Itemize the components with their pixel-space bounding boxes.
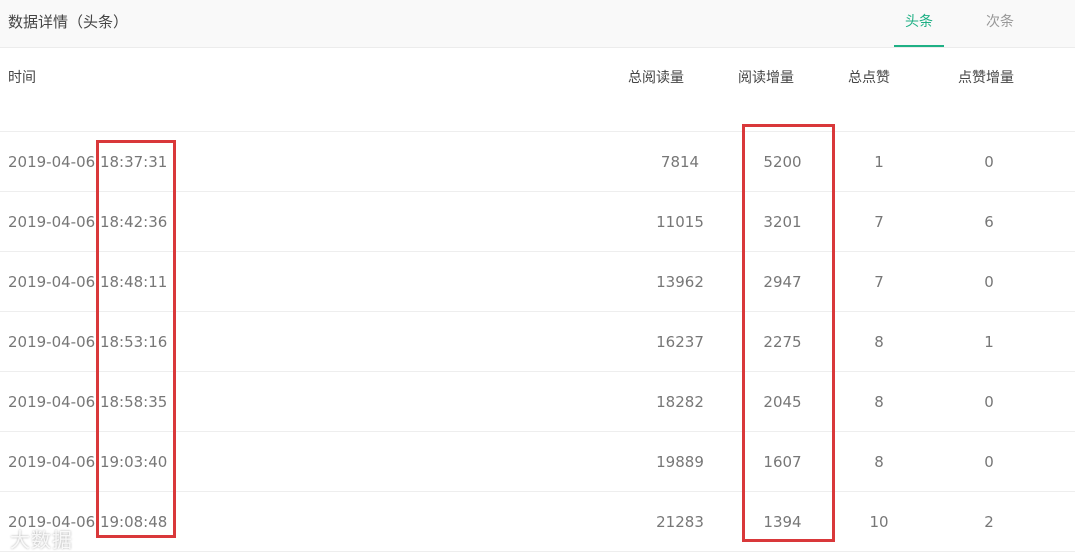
cell-total-reads: 7814 [660, 153, 700, 171]
cell-like-increase: 6 [984, 213, 994, 231]
cell-total-reads: 18282 [656, 393, 704, 411]
column-header-read-increase[interactable]: 阅读增量 [738, 68, 794, 88]
cell-total-likes: 8 [874, 453, 884, 471]
cell-read-increase: 3201 [763, 213, 802, 231]
cell-time: 2019-04-06 18:53:16 [8, 333, 168, 351]
table-row: 2019-04-06 18:48:11 13962 2947 7 0 [0, 252, 1075, 312]
cell-read-increase: 2045 [763, 393, 802, 411]
cell-total-likes: 8 [874, 393, 884, 411]
table-row: 2019-04-06 18:53:16 16237 2275 8 1 [0, 312, 1075, 372]
cell-time: 2019-04-06 18:37:31 [8, 153, 168, 171]
cell-total-reads: 11015 [656, 213, 704, 231]
table-row: 2019-04-06 18:42:36 11015 3201 7 6 [0, 192, 1075, 252]
cell-read-increase: 2275 [763, 333, 802, 351]
top-bar: 数据详情（头条） 头条 次条 [0, 0, 1075, 48]
cell-read-increase: 2947 [763, 273, 802, 291]
column-header-total-reads[interactable]: 总阅读量 [628, 68, 684, 88]
cell-like-increase: 1 [984, 333, 994, 351]
cell-read-increase: 5200 [763, 153, 802, 171]
tab-headline[interactable]: 头条 [894, 12, 944, 47]
cell-total-reads: 13962 [656, 273, 704, 291]
column-header-time[interactable]: 时间 [8, 68, 36, 88]
cell-total-likes: 8 [874, 333, 884, 351]
cell-read-increase: 1607 [763, 453, 802, 471]
table-header: 时间 总阅读量 阅读增量 总点赞 点赞增量 [0, 48, 1075, 132]
data-detail-page: 数据详情（头条） 头条 次条 时间 总阅读量 阅读增量 总点赞 点赞增量 201… [0, 0, 1075, 553]
cell-total-reads: 16237 [656, 333, 704, 351]
cell-like-increase: 0 [984, 453, 994, 471]
cell-total-likes: 10 [869, 513, 889, 531]
table-row: 2019-04-06 19:08:48 21283 1394 10 2 [0, 492, 1075, 552]
cell-time: 2019-04-06 19:03:40 [8, 453, 168, 471]
table-row: 2019-04-06 18:37:31 7814 5200 1 0 [0, 132, 1075, 192]
cell-like-increase: 0 [984, 393, 994, 411]
cell-total-likes: 7 [874, 213, 884, 231]
cell-total-reads: 19889 [656, 453, 704, 471]
tab-secondary[interactable]: 次条 [975, 12, 1025, 32]
cell-like-increase: 0 [984, 273, 994, 291]
table-row: 2019-04-06 19:03:40 19889 1607 8 0 [0, 432, 1075, 492]
cell-time: 2019-04-06 18:48:11 [8, 273, 168, 291]
table-row: 2019-04-06 18:58:35 18282 2045 8 0 [0, 372, 1075, 432]
cell-total-likes: 7 [874, 273, 884, 291]
cell-like-increase: 2 [984, 513, 994, 531]
watermark: 大数据 [10, 528, 73, 552]
column-header-like-increase[interactable]: 点赞增量 [958, 68, 1014, 88]
page-title: 数据详情（头条） [8, 13, 129, 31]
cell-time: 2019-04-06 18:58:35 [8, 393, 168, 411]
cell-time: 2019-04-06 18:42:36 [8, 213, 168, 231]
cell-read-increase: 1394 [763, 513, 802, 531]
cell-like-increase: 0 [984, 153, 994, 171]
cell-total-likes: 1 [874, 153, 884, 171]
cell-total-reads: 21283 [656, 513, 704, 531]
column-header-total-likes[interactable]: 总点赞 [848, 68, 890, 88]
